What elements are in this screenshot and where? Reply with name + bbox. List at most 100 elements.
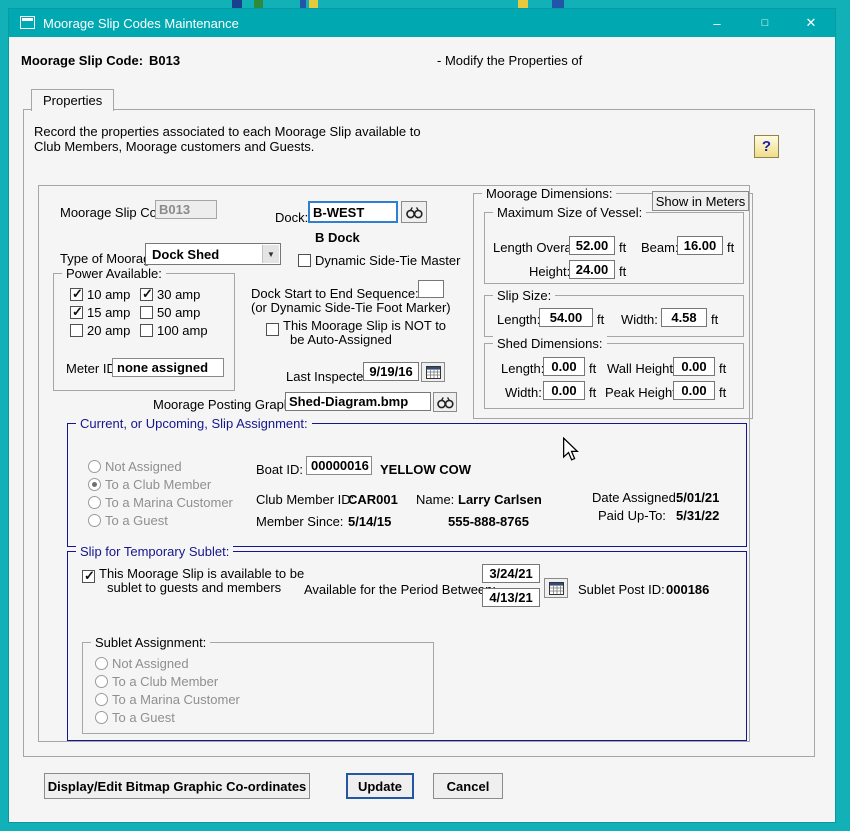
power-available-title: Power Available:	[62, 266, 166, 281]
dynamic-side-tie-checkbox[interactable]: ✓	[298, 254, 311, 267]
peak-height-field[interactable]	[673, 381, 715, 400]
slip-assignment-title: Current, or Upcoming, Slip Assignment:	[76, 416, 312, 431]
temporary-sublet-groupbox: Slip for Temporary Sublet: ✓ This Moorag…	[67, 551, 747, 741]
header-slip-code-label: Moorage Slip Code:	[21, 53, 143, 68]
main-groupbox: Moorage Slip Code: Dock: B Dock Type of …	[38, 185, 750, 742]
update-button[interactable]: Update	[346, 773, 414, 799]
dynamic-side-tie-label: Dynamic Side-Tie Master	[315, 253, 460, 268]
member-name-label: Name:	[416, 492, 454, 507]
peak-height-label: Peak Height:	[605, 385, 679, 400]
close-button[interactable]: ✕	[789, 9, 833, 37]
paid-up-to-value: 5/31/22	[676, 508, 719, 523]
last-inspected-calendar-button[interactable]	[421, 362, 445, 382]
sublet-available-checkbox[interactable]: ✓	[82, 570, 95, 583]
club-member-id-label: Club Member ID:	[256, 492, 354, 507]
temporary-sublet-title: Slip for Temporary Sublet:	[76, 544, 233, 559]
maximize-button[interactable]: □	[743, 9, 787, 37]
desktop-icon-fragment	[232, 0, 242, 8]
minimize-button[interactable]: –	[695, 9, 739, 37]
wall-height-label: Wall Height:	[607, 361, 677, 376]
type-of-moorage-select[interactable]: Dock Shed ▼	[145, 243, 281, 265]
header-mode-text: - Modify the Properties of	[437, 53, 582, 68]
cursor-arrow-icon	[562, 437, 579, 461]
slip-size-title: Slip Size:	[493, 288, 555, 303]
desktop-icon-fragment	[309, 0, 318, 8]
intro-line1: Record the properties associated to each…	[34, 124, 421, 139]
unit-label: ft	[711, 312, 718, 327]
last-inspected-field[interactable]	[363, 362, 419, 381]
wall-height-field[interactable]	[673, 357, 715, 376]
sublet-radio-to-marina-customer-label: To a Marina Customer	[112, 692, 240, 707]
desktop-background: Moorage Slip Codes Maintenance – □ ✕ Moo…	[0, 0, 850, 831]
sequence-field[interactable]	[418, 280, 444, 298]
header-slip-code-value: B013	[149, 53, 180, 68]
window-title: Moorage Slip Codes Maintenance	[43, 16, 239, 31]
moorage-dimensions-groupbox: Moorage Dimensions: Show in Meters Maxim…	[473, 193, 753, 419]
checkbox-15-amp[interactable]: ✓	[70, 306, 83, 319]
checkbox-100-amp[interactable]: ✓	[140, 324, 153, 337]
length-overall-field[interactable]	[569, 236, 615, 255]
show-in-meters-button[interactable]: Show in Meters	[652, 191, 749, 211]
posting-graphic-label: Moorage Posting Graphic:	[153, 397, 304, 412]
last-inspected-label: Last Inspected:	[286, 369, 374, 384]
height-label: Height:	[529, 264, 570, 279]
power-available-groupbox: Power Available: ✓ 10 amp ✓ 30 amp ✓ 15 …	[53, 273, 235, 391]
calendar-icon	[549, 582, 564, 595]
checkbox-20-amp[interactable]: ✓	[70, 324, 83, 337]
binoculars-icon	[406, 206, 423, 219]
checkbox-10-amp[interactable]: ✓	[70, 288, 83, 301]
slip-width-field[interactable]	[661, 308, 707, 327]
period-to-field[interactable]	[482, 588, 540, 607]
beam-field[interactable]	[677, 236, 723, 255]
period-from-field[interactable]	[482, 564, 540, 583]
period-calendar-button[interactable]	[544, 578, 568, 598]
cancel-button[interactable]: Cancel	[433, 773, 503, 799]
app-icon	[20, 16, 35, 29]
dock-label: Dock:	[275, 210, 308, 225]
checkbox-20-amp-label: 20 amp	[87, 323, 130, 338]
tab-properties[interactable]: Properties	[31, 89, 114, 111]
boat-id-value[interactable]: 00000016	[306, 456, 372, 475]
chevron-down-icon[interactable]: ▼	[262, 245, 279, 263]
member-phone: 555-888-8765	[448, 514, 529, 529]
slip-assignment-groupbox: Current, or Upcoming, Slip Assignment: N…	[67, 423, 747, 547]
titlebar[interactable]: Moorage Slip Codes Maintenance – □ ✕	[9, 9, 835, 37]
check-icon: ✓	[72, 286, 83, 302]
calendar-icon	[426, 366, 441, 379]
radio-to-marina-customer	[88, 496, 101, 509]
sublet-post-id-label: Sublet Post ID:	[578, 582, 665, 597]
mouse-cursor	[562, 437, 579, 464]
radio-not-assigned-label: Not Assigned	[105, 459, 182, 474]
unit-label: ft	[619, 240, 626, 255]
paid-up-to-label: Paid Up-To:	[598, 508, 666, 523]
sublet-available-label-2: sublet to guests and members	[107, 580, 281, 595]
slip-length-field[interactable]	[539, 308, 593, 327]
desktop-icon-fragment	[300, 0, 306, 8]
unit-label: ft	[727, 240, 734, 255]
slip-width-label: Width:	[621, 312, 658, 327]
dock-field[interactable]	[308, 201, 398, 223]
shed-width-label: Width:	[505, 385, 542, 400]
shed-length-field[interactable]	[543, 357, 585, 376]
desktop-icon-fragment	[518, 0, 528, 8]
checkbox-30-amp[interactable]: ✓	[140, 288, 153, 301]
checkbox-50-amp[interactable]: ✓	[140, 306, 153, 319]
not-auto-assigned-checkbox[interactable]: ✓	[266, 323, 279, 336]
slip-code-field	[155, 200, 217, 219]
display-edit-bitmap-button[interactable]: Display/Edit Bitmap Graphic Co-ordinates	[44, 773, 310, 799]
height-field[interactable]	[569, 260, 615, 279]
posting-graphic-field[interactable]	[285, 392, 431, 411]
boat-name: YELLOW COW	[380, 462, 471, 477]
posting-graphic-search-button[interactable]	[433, 392, 457, 412]
type-of-moorage-value: Dock Shed	[152, 247, 219, 262]
shed-width-field[interactable]	[543, 381, 585, 400]
dock-search-button[interactable]	[401, 201, 427, 223]
unit-label: ft	[619, 264, 626, 279]
help-icon[interactable]: ?	[754, 135, 779, 158]
unit-label: ft	[589, 385, 596, 400]
shed-length-label: Length:	[501, 361, 544, 376]
checkbox-10-amp-label: 10 amp	[87, 287, 130, 302]
radio-not-assigned	[88, 460, 101, 473]
sublet-radio-to-club-member	[95, 675, 108, 688]
sublet-radio-to-club-member-label: To a Club Member	[112, 674, 218, 689]
